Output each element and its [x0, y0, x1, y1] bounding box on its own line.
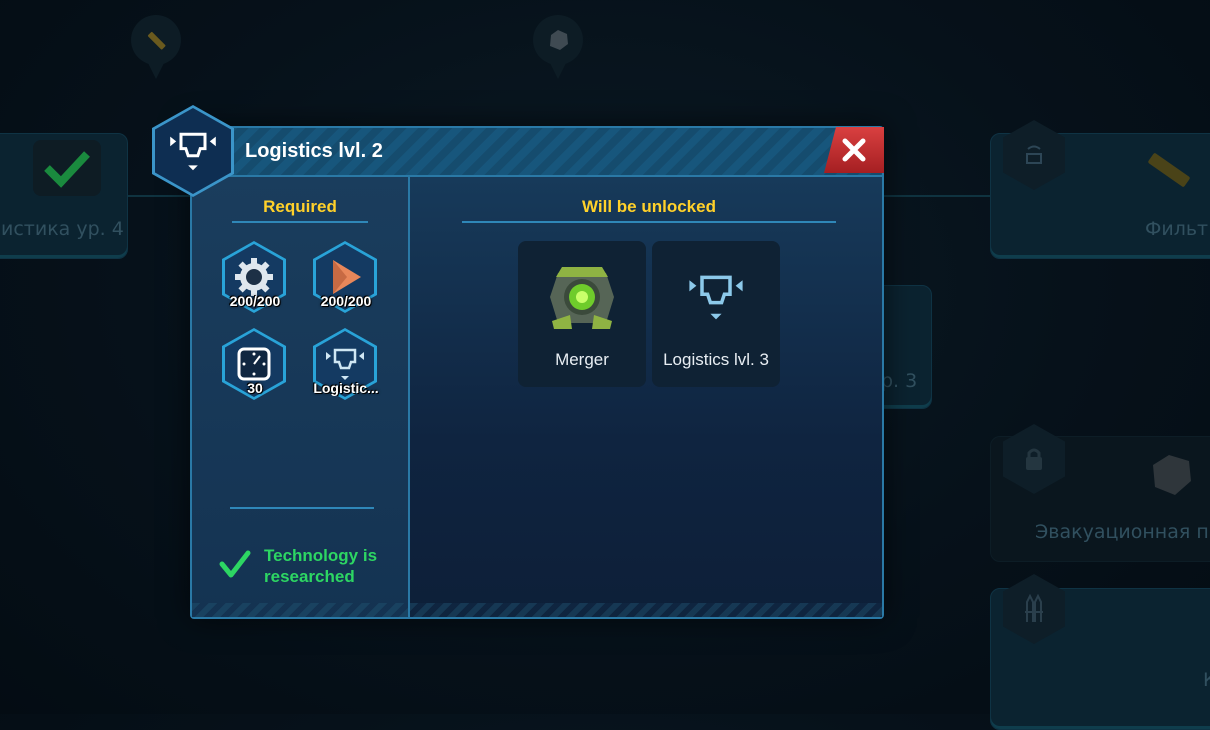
required-heading: Required	[263, 197, 337, 216]
tech-card-logistics-4[interactable]: истика ур. 4	[0, 133, 128, 259]
tech-card-label: Фильт	[1145, 218, 1209, 240]
pencil-icon	[1141, 146, 1197, 200]
required-item-label: 30	[247, 380, 263, 396]
required-item-logistics[interactable]: Logistic...	[313, 328, 379, 404]
logistics-icon	[689, 275, 743, 320]
required-item-gear[interactable]: 200/200	[222, 241, 288, 317]
required-item-label: 200/200	[320, 293, 372, 309]
unlock-item-label: Logistics lvl. 3	[663, 350, 769, 369]
merger-icon	[550, 267, 614, 329]
unlocks-heading: Will be unlocked	[582, 197, 716, 216]
required-panel: Required 200/200 200/200 30 Logistic... …	[192, 177, 410, 617]
required-item-label: Logistic...	[313, 380, 379, 396]
timer-icon	[237, 347, 271, 381]
dialog-title-bar: Logistics lvl. 2	[192, 127, 884, 177]
tech-dialog: Logistics lvl. 2 Required 200/200 200/20…	[152, 105, 884, 619]
checkmark-icon	[33, 140, 101, 196]
tech-card-label: истика ур. 4	[1, 218, 124, 240]
required-underline	[232, 221, 368, 223]
unlocks-panel: Will be unlocked Merger Logistics lvl. 3	[410, 177, 882, 617]
pencil-pin-icon[interactable]	[131, 15, 181, 79]
panel-stripe	[192, 603, 408, 617]
required-item-timer[interactable]: 30	[222, 328, 288, 404]
required-item-copper[interactable]: 200/200	[313, 241, 379, 317]
logistics-icon	[326, 348, 364, 380]
rock-pin-icon[interactable]	[533, 15, 583, 79]
checkmark-icon	[218, 547, 252, 585]
status-divider	[230, 507, 374, 509]
close-button[interactable]	[824, 127, 884, 173]
unlock-item-logistics-3[interactable]: Logistics lvl. 3	[652, 241, 780, 387]
dialog-title: Logistics lvl. 2	[245, 140, 383, 162]
gear-icon	[235, 258, 273, 296]
unlock-item-label: Merger	[555, 350, 609, 369]
rock-icon	[1145, 449, 1197, 503]
research-status: Technology is researched	[264, 546, 378, 586]
unlocks-underline	[462, 221, 836, 223]
unlock-item-merger[interactable]: Merger	[518, 241, 646, 387]
tech-card-label: р. 3	[881, 370, 918, 392]
tech-card-label: К	[1203, 669, 1210, 691]
close-icon	[842, 138, 866, 162]
required-item-label: 200/200	[229, 293, 281, 309]
logistics-icon	[170, 132, 216, 171]
panel-stripe	[410, 603, 882, 617]
tech-card-label: Эвакуационная п	[1035, 521, 1209, 543]
copper-icon	[333, 260, 361, 294]
